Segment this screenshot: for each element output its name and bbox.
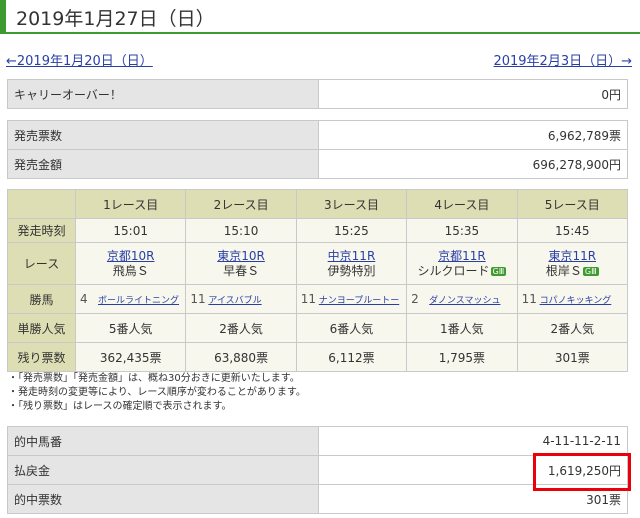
winner-cell: 11 コパノキッキング — [516, 284, 629, 314]
popularity-cell: 6番人気 — [295, 313, 408, 343]
notes: ・「発売票数」「発売金額」は、概ね30分おきに更新いたします。 ・発走時刻の変更… — [8, 372, 306, 414]
hits-label: 的中票数 — [7, 484, 319, 514]
start-time-cell: 15:25 — [295, 218, 408, 243]
horse-number: 11 — [190, 292, 206, 306]
horse-name-link[interactable]: アイスバブル — [208, 296, 261, 306]
race-label: レース — [7, 242, 76, 285]
race-name: シルクロード — [417, 263, 490, 278]
winning-value: 4-11-11-2-11 — [318, 426, 628, 456]
remaining-cell: 1,795票 — [406, 342, 518, 372]
horse-name-link[interactable]: ナンヨープルートー — [319, 296, 399, 306]
popularity-cell: 2番人気 — [185, 313, 297, 343]
winning-label: 的中馬番 — [7, 426, 319, 456]
carryover-value: 0円 — [318, 79, 628, 109]
race-venue-link[interactable]: 京都11R — [407, 249, 516, 263]
horse-number: 11 — [521, 292, 537, 306]
votes-label: 発売票数 — [7, 120, 319, 150]
race-cell: 東京10R 早春Ｓ — [185, 242, 297, 285]
horse-number: 4 — [80, 292, 88, 306]
next-date-link[interactable]: 2019年2月3日（日）→ — [493, 50, 632, 69]
note-line: ・「残り票数」はレースの確定順で表示されます。 — [8, 401, 232, 412]
remaining-row: 残り票数 362,435票 63,880票 6,112票 1,795票 301票 — [7, 342, 629, 372]
race-header-row: 1レース目 2レース目 3レース目 4レース目 5レース目 — [7, 189, 629, 219]
race-name-wrap: 根岸Ｓ GⅢ — [518, 263, 627, 279]
page-title-bar: 2019年1月27日（日） — [0, 0, 640, 34]
race-venue-link[interactable]: 東京11R — [518, 249, 627, 263]
header-corner — [7, 189, 76, 219]
race-header: 5レース目 — [516, 189, 629, 219]
race-header: 3レース目 — [295, 189, 408, 219]
race-cell: 京都11R シルクロード GⅢ — [406, 242, 518, 285]
grade-badge: GⅢ — [490, 266, 507, 276]
prev-date-link[interactable]: ←2019年1月20日（日） — [6, 50, 153, 69]
start-time-cell: 15:45 — [516, 218, 629, 243]
note-line: ・「発売票数」「発売金額」は、概ね30分おきに更新いたします。 — [8, 373, 300, 384]
winner-cell: 4 ボールライトニング — [74, 284, 187, 314]
start-time-cell: 15:10 — [185, 218, 297, 243]
payout-highlight-box — [533, 453, 631, 491]
winner-cell: 2 ダノンスマッシュ — [406, 284, 518, 314]
carryover-label: キャリーオーバー！ — [7, 79, 319, 109]
note-line: ・発走時刻の変更等により、レース順序が変わることがあります。 — [8, 387, 306, 398]
remaining-cell: 362,435票 — [74, 342, 187, 372]
horse-number: 2 — [411, 292, 419, 306]
amount-row: 発売金額 696,278,900円 — [7, 149, 628, 179]
carryover-table: キャリーオーバー！ 0円 — [7, 79, 628, 109]
race-cell: 東京11R 根岸Ｓ GⅢ — [516, 242, 629, 285]
winner-row: 勝馬 4 ボールライトニング 11 アイスバブル 11 ナンヨープルートー 2 ダノンス… — [7, 284, 629, 314]
page-title: 2019年1月27日（日） — [16, 8, 215, 30]
race-name-wrap: シルクロード GⅢ — [407, 263, 516, 279]
horse-name-link[interactable]: ダノンスマッシュ — [429, 296, 500, 306]
race-venue-link[interactable]: 東京10R — [186, 249, 295, 263]
popularity-label: 単勝人気 — [7, 313, 76, 343]
race-name: 飛鳥Ｓ — [112, 263, 149, 278]
race-cell: 京都10R 飛鳥Ｓ — [74, 242, 187, 285]
race-name: 早春Ｓ — [223, 263, 260, 278]
horse-name-link[interactable]: ボールライトニング — [98, 296, 179, 306]
carryover-row: キャリーオーバー！ 0円 — [7, 79, 628, 109]
winner-cell: 11 アイスバブル — [185, 284, 297, 314]
race-table: 1レース目 2レース目 3レース目 4レース目 5レース目 発走時刻 15:01… — [7, 189, 629, 372]
popularity-row: 単勝人気 5番人気 2番人気 6番人気 1番人気 2番人気 — [7, 313, 629, 343]
amount-value: 696,278,900円 — [318, 149, 628, 179]
horse-name-link[interactable]: コパノキッキング — [540, 296, 612, 306]
race-header: 4レース目 — [406, 189, 518, 219]
grade-badge: GⅢ — [582, 266, 599, 276]
votes-value: 6,962,789票 — [318, 120, 628, 150]
remaining-label: 残り票数 — [7, 342, 76, 372]
popularity-cell: 2番人気 — [516, 313, 629, 343]
winner-cell: 11 ナンヨープルートー — [295, 284, 408, 314]
race-row: レース 京都10R 飛鳥Ｓ 東京10R 早春Ｓ 中京11R 伊勢特別 京都11R… — [7, 242, 629, 285]
sales-table: 発売票数 6,962,789票 発売金額 696,278,900円 — [7, 120, 628, 179]
start-time-label: 発走時刻 — [7, 218, 76, 243]
popularity-cell: 1番人気 — [406, 313, 518, 343]
horse-number: 11 — [300, 292, 317, 306]
start-time-row: 発走時刻 15:01 15:10 15:25 15:35 15:45 — [7, 218, 629, 243]
remaining-cell: 6,112票 — [295, 342, 408, 372]
winner-label: 勝馬 — [7, 284, 76, 314]
popularity-cell: 5番人気 — [74, 313, 187, 343]
race-cell: 中京11R 伊勢特別 — [295, 242, 408, 285]
payout-label: 払戻金 — [7, 455, 319, 485]
winning-row: 的中馬番 4-11-11-2-11 — [7, 426, 628, 456]
start-time-cell: 15:01 — [74, 218, 187, 243]
race-header: 2レース目 — [185, 189, 297, 219]
race-header: 1レース目 — [74, 189, 187, 219]
race-venue-link[interactable]: 中京11R — [297, 249, 406, 263]
votes-row: 発売票数 6,962,789票 — [7, 120, 628, 150]
remaining-cell: 301票 — [516, 342, 629, 372]
remaining-cell: 63,880票 — [185, 342, 297, 372]
amount-label: 発売金額 — [7, 149, 319, 179]
start-time-cell: 15:35 — [406, 218, 518, 243]
race-venue-link[interactable]: 京都10R — [76, 249, 185, 263]
race-name: 伊勢特別 — [327, 263, 376, 278]
race-name: 根岸Ｓ — [545, 263, 582, 278]
